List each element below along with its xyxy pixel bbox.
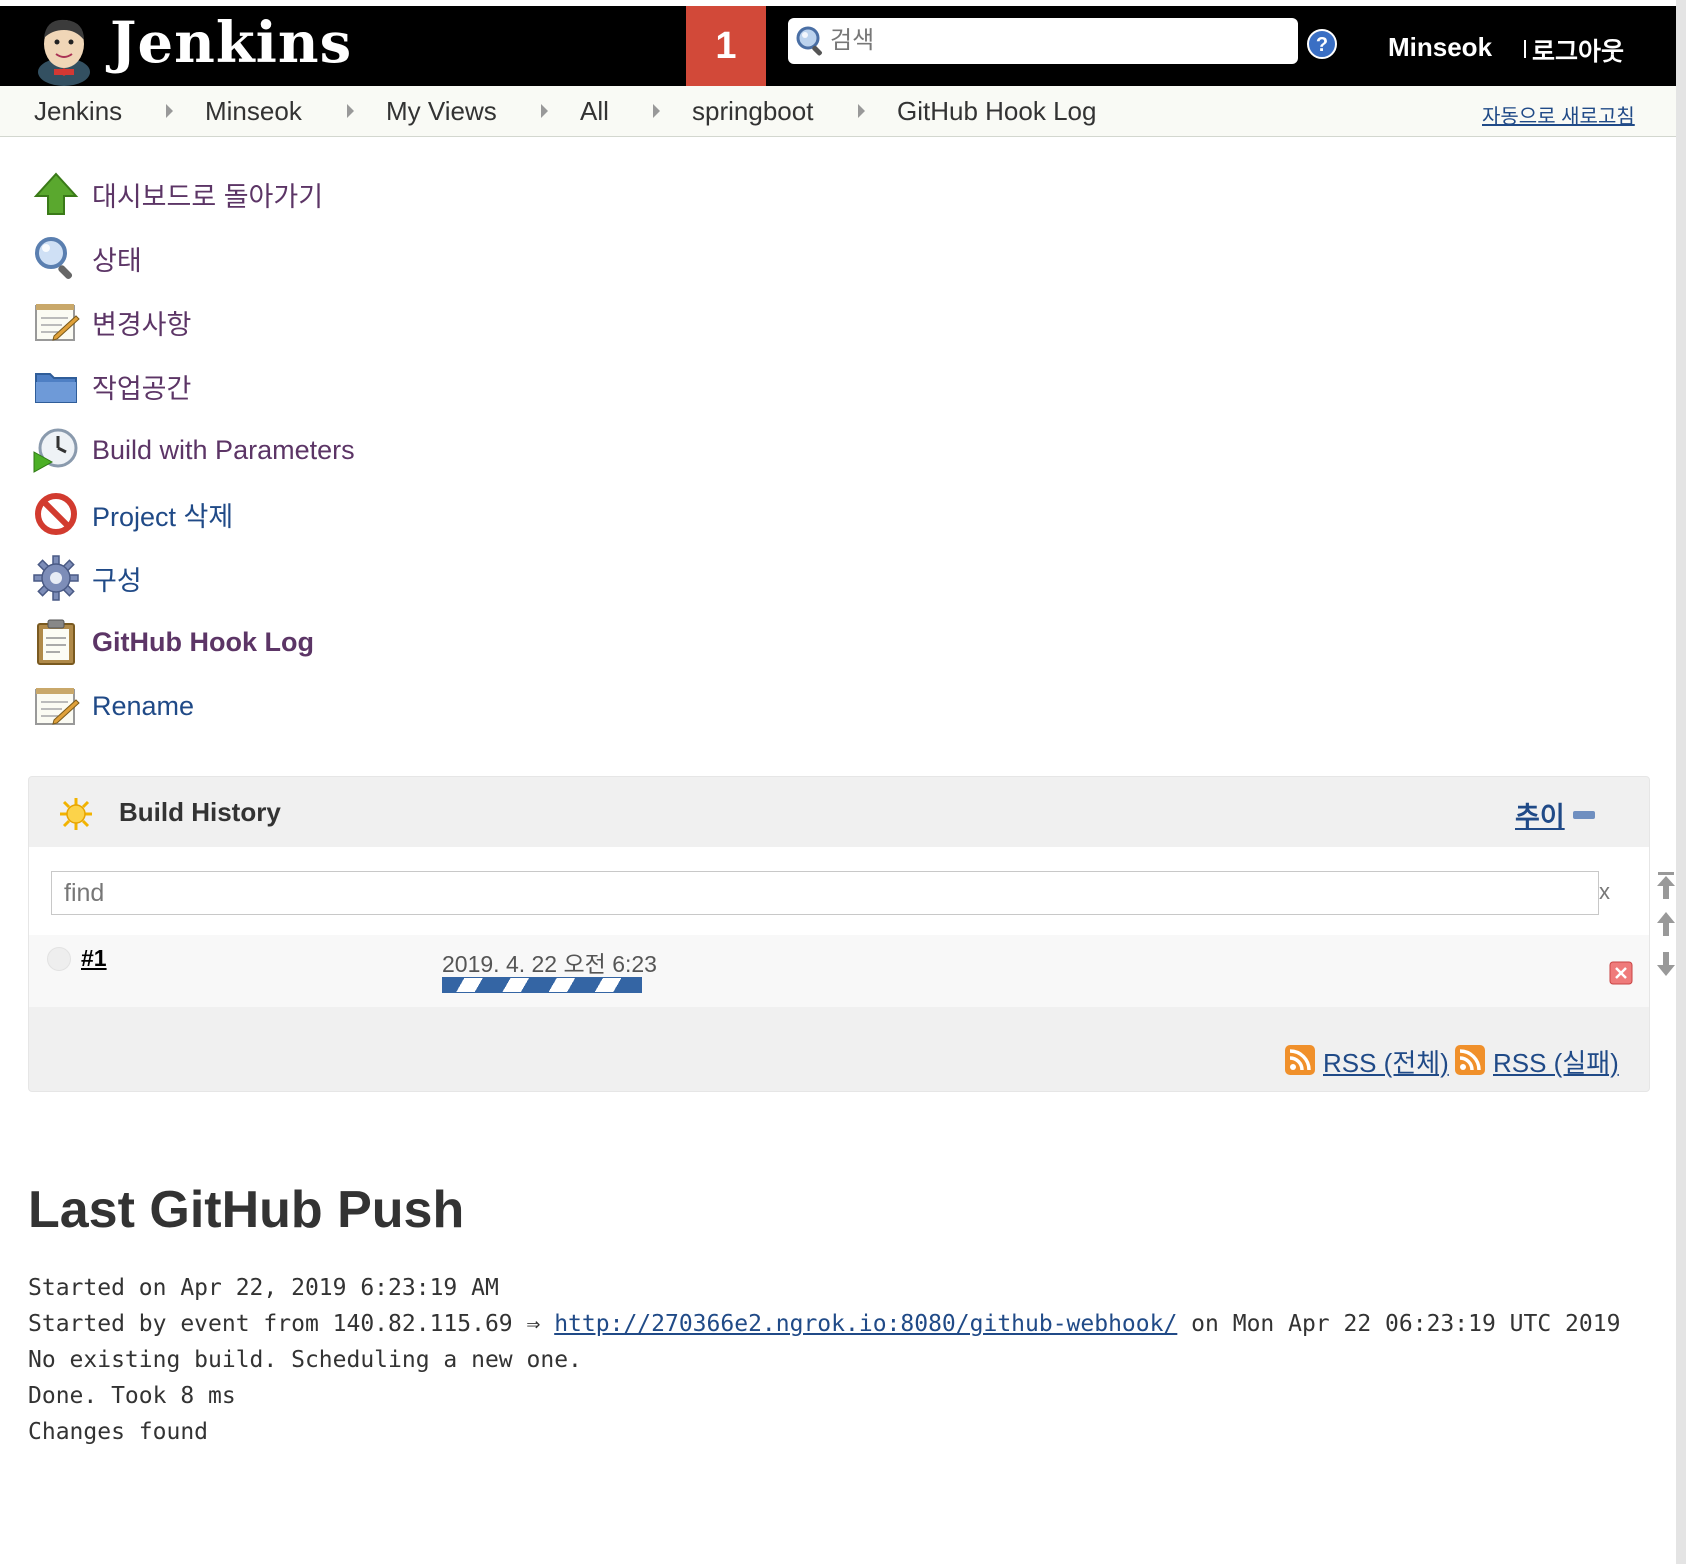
task-label: Rename [92, 690, 195, 721]
build-date: 2019. 4. 22 오전 6:23 [442, 951, 657, 977]
page-title: Last GitHub Push [28, 1181, 465, 1239]
help-icon[interactable]: ? [1306, 28, 1338, 60]
jenkins-logo-text[interactable]: Jenkins [110, 10, 352, 76]
build-history-panel: Build History 추이 x #1 2019. 4. 22 오전 6:2… [28, 776, 1650, 1092]
task-github-hook-log[interactable]: GitHub Hook Log [32, 614, 314, 670]
log-line: Done. Took 8 ms [28, 1383, 236, 1409]
breadcrumb-item-project[interactable]: springboot [692, 96, 813, 127]
build-history-header: Build History 추이 [29, 777, 1649, 847]
task-workspace[interactable]: 작업공간 [32, 358, 191, 414]
scroll-down-icon[interactable] [1656, 950, 1676, 978]
sunny-weather-icon [60, 798, 92, 830]
cancel-build-icon[interactable] [1609, 961, 1633, 985]
rss-all-link[interactable]: RSS (전체) [1323, 1043, 1449, 1080]
breadcrumb-item-all[interactable]: All [580, 96, 609, 127]
svg-text:?: ? [1316, 34, 1328, 56]
hook-log-output: Started on Apr 22, 2019 6:23:19 AM Start… [28, 1270, 1628, 1450]
rss-failed-link[interactable]: RSS (실패) [1493, 1043, 1619, 1080]
breadcrumb-separator-icon [347, 104, 354, 118]
breadcrumb-separator-icon [653, 104, 660, 118]
scroll-to-top-icon[interactable] [1656, 872, 1676, 900]
task-changes[interactable]: 변경사항 [32, 294, 191, 350]
task-label: 변경사항 [92, 309, 192, 340]
log-line: No existing build. Scheduling a new one. [28, 1347, 582, 1373]
notepad-icon [35, 304, 80, 341]
up-arrow-icon [33, 172, 79, 215]
clear-filter-button[interactable]: x [1599, 879, 1610, 905]
task-label: 상태 [92, 245, 142, 276]
task-build-with-parameters[interactable]: Build with Parameters [32, 422, 355, 478]
build-row: #1 2019. 4. 22 오전 6:23 [29, 935, 1649, 1007]
no-entry-icon [35, 493, 77, 535]
rss-icon[interactable] [1285, 1045, 1315, 1075]
build-history-title: Build History [119, 797, 281, 827]
search-box [788, 18, 1298, 64]
clipboard-icon [37, 619, 75, 665]
breadcrumb: Jenkins Minseok My Views All springboot … [0, 86, 1676, 137]
task-rename[interactable]: Rename [32, 678, 194, 734]
notepad-icon [35, 688, 80, 725]
webhook-url-link[interactable]: http://270366e2.ngrok.io:8080/github-web… [554, 1311, 1177, 1337]
search-icon [796, 26, 822, 56]
breadcrumb-item-jenkins[interactable]: Jenkins [34, 96, 122, 127]
trend-link[interactable]: 추이 [1515, 795, 1565, 834]
search-input[interactable] [828, 20, 1272, 62]
jenkins-butler-logo-icon[interactable] [30, 14, 102, 86]
clock-play-icon [33, 428, 78, 473]
build-history-footer: RSS (전체) RSS (실패) [29, 1007, 1649, 1091]
log-line: Started by event from 140.82.115.69 ⇒ [28, 1311, 555, 1337]
breadcrumb-item-user[interactable]: Minseok [205, 96, 302, 127]
window-scrollbar[interactable] [1676, 0, 1686, 1564]
build-progress-bar[interactable] [442, 977, 642, 993]
task-label: 작업공간 [92, 373, 192, 404]
build-status-ball-icon [47, 947, 71, 971]
task-label: 구성 [92, 565, 142, 596]
task-label: Build with Parameters [92, 434, 355, 465]
notification-badge[interactable]: 1 [686, 6, 766, 86]
build-number-link[interactable]: #1 [81, 945, 107, 972]
breadcrumb-separator-icon [858, 104, 865, 118]
rss-icon[interactable] [1455, 1045, 1485, 1075]
task-label: Project 삭제 [92, 501, 234, 532]
task-label: GitHub Hook Log [92, 626, 314, 657]
breadcrumb-separator-icon [166, 104, 173, 118]
build-filter-input[interactable] [51, 871, 1599, 915]
user-link[interactable]: Minseok [1388, 32, 1492, 63]
log-line: on Mon Apr 22 06:23:19 UTC 2019 [1177, 1311, 1621, 1337]
task-back-to-dashboard[interactable]: 대시보드로 돌아가기 [32, 166, 323, 222]
task-delete-project[interactable]: Project 삭제 [32, 486, 233, 542]
auto-refresh-link[interactable]: 자동으로 새로고침 [1482, 100, 1635, 129]
task-label: 대시보드로 돌아가기 [92, 181, 324, 212]
page-header: Jenkins 1 ? Minseok 로그아웃 [0, 6, 1676, 86]
task-configure[interactable]: 구성 [32, 550, 142, 606]
logout-link[interactable]: 로그아웃 [1532, 32, 1624, 68]
gear-icon [33, 555, 79, 601]
magnifier-icon [35, 237, 73, 280]
build-history-body: x #1 2019. 4. 22 오전 6:23 [29, 847, 1649, 1007]
folder-icon [35, 373, 77, 403]
breadcrumb-separator-icon [541, 104, 548, 118]
breadcrumb-item-my-views[interactable]: My Views [386, 96, 497, 127]
breadcrumb-item-current[interactable]: GitHub Hook Log [897, 96, 1096, 127]
log-line: Changes found [28, 1419, 209, 1445]
collapse-icon[interactable] [1573, 811, 1595, 819]
log-line: Started on Apr 22, 2019 6:23:19 AM [28, 1275, 499, 1301]
logout-separator [1524, 40, 1526, 58]
task-status[interactable]: 상태 [32, 230, 142, 286]
scroll-up-icon[interactable] [1656, 910, 1676, 938]
